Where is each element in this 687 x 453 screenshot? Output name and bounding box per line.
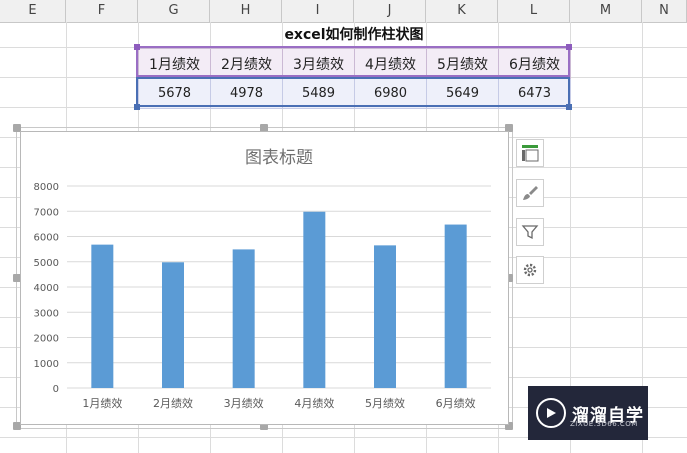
header-cell[interactable]: 4月绩效 <box>354 48 427 79</box>
value-cell[interactable]: 6473 <box>498 78 571 109</box>
chart-filter-button[interactable] <box>516 218 544 246</box>
value-cell[interactable]: 6980 <box>354 78 427 109</box>
bar <box>444 224 467 388</box>
header-cell[interactable]: 3月绩效 <box>282 48 355 79</box>
range-resize-handle[interactable] <box>566 104 572 110</box>
x-tick-label: 1月绩效 <box>82 396 122 410</box>
bar-chart[interactable]: 图表标题 0 1000 2000 3000 4000 5000 6000 7000 8000 1月绩… <box>20 131 509 425</box>
chart-elements-icon <box>522 145 539 162</box>
column-header-h[interactable]: H <box>210 0 282 22</box>
bar <box>162 262 184 388</box>
column-header-f[interactable]: F <box>66 0 138 22</box>
column-header-m[interactable]: M <box>570 0 642 22</box>
play-icon <box>536 398 566 428</box>
column-header-bar: E F G H I J K L M N <box>0 0 687 23</box>
chart-style-icon <box>523 186 538 200</box>
chart-style-button[interactable] <box>516 179 544 207</box>
column-header-e[interactable]: E <box>0 0 66 22</box>
column-header-g[interactable]: G <box>138 0 210 22</box>
value-cell[interactable]: 5678 <box>138 78 211 109</box>
header-cell[interactable]: 5月绩效 <box>426 48 499 79</box>
column-header-j[interactable]: J <box>354 0 426 22</box>
chart-title[interactable]: 图表标题 <box>245 148 313 168</box>
table-title[interactable]: excel如何制作柱状图 <box>138 24 570 46</box>
value-cell[interactable]: 4978 <box>210 78 283 109</box>
y-tick-label: 5000 <box>34 258 59 269</box>
column-header-n[interactable]: N <box>642 0 687 22</box>
bar <box>232 249 255 388</box>
x-tick-label: 5月绩效 <box>365 396 405 410</box>
chart-settings-button[interactable] <box>516 256 544 284</box>
y-tick-label: 4000 <box>34 283 59 294</box>
bar <box>91 244 114 388</box>
chart-canvas: 图表标题 0 1000 2000 3000 4000 5000 6000 7000 8000 1月绩… <box>34 148 491 410</box>
y-tick-label: 2000 <box>34 334 59 345</box>
watermark-logo: 溜溜自学 ZIXUE.3D66.COM <box>528 386 648 440</box>
range-resize-handle[interactable] <box>566 44 572 50</box>
range-resize-handle[interactable] <box>134 104 140 110</box>
header-cell[interactable]: 2月绩效 <box>210 48 283 79</box>
bar <box>374 245 396 388</box>
y-tick-label: 6000 <box>34 233 59 244</box>
chart-settings-icon <box>523 263 537 277</box>
range-resize-handle[interactable] <box>134 44 140 50</box>
header-row: 1月绩效 2月绩效 3月绩效 4月绩效 5月绩效 6月绩效 <box>138 48 571 79</box>
data-table: 1月绩效 2月绩效 3月绩效 4月绩效 5月绩效 6月绩效 5678 4978 … <box>138 48 571 109</box>
x-tick-label: 4月绩效 <box>294 396 334 410</box>
value-row: 5678 4978 5489 6980 5649 6473 <box>138 78 571 109</box>
y-tick-label: 1000 <box>34 359 59 370</box>
chart-filter-icon <box>521 225 539 240</box>
value-cell[interactable]: 5489 <box>282 78 355 109</box>
y-tick-label: 7000 <box>34 207 59 218</box>
x-tick-label: 3月绩效 <box>224 396 264 410</box>
header-cell[interactable]: 1月绩效 <box>138 48 211 79</box>
column-header-i[interactable]: I <box>282 0 354 22</box>
value-cell[interactable]: 5649 <box>426 78 499 109</box>
y-tick-label: 0 <box>53 384 59 395</box>
y-tick-label: 3000 <box>34 308 59 319</box>
x-tick-label: 6月绩效 <box>436 396 476 410</box>
column-header-k[interactable]: K <box>426 0 498 22</box>
watermark-url: ZIXUE.3D66.COM <box>570 420 638 428</box>
bar <box>303 211 326 388</box>
header-cell[interactable]: 6月绩效 <box>498 48 571 79</box>
column-header-l[interactable]: L <box>498 0 570 22</box>
y-tick-label: 8000 <box>34 182 59 193</box>
chart-elements-button[interactable] <box>516 139 544 167</box>
x-tick-label: 2月绩效 <box>153 396 193 410</box>
